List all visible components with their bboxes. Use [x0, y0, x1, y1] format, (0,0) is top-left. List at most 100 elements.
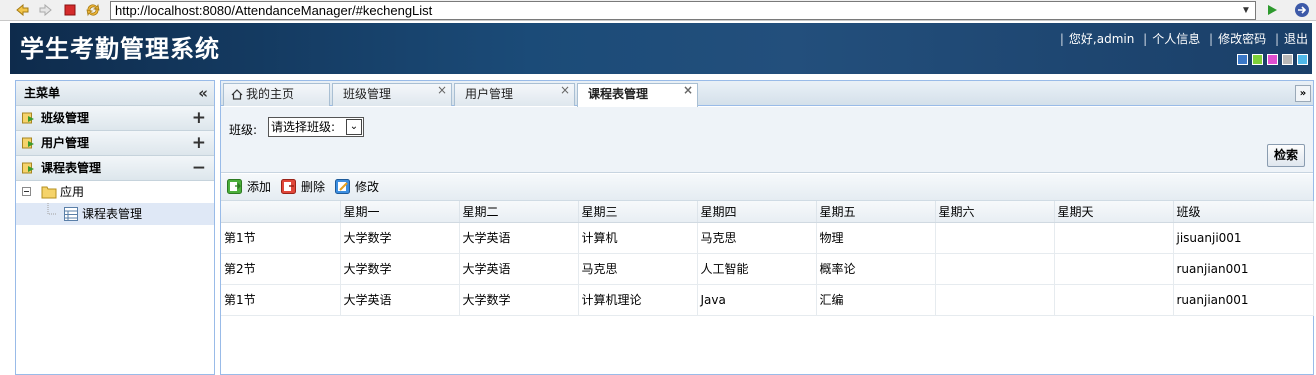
go-icon[interactable] — [1264, 2, 1280, 18]
add-button[interactable]: 添加 — [227, 178, 271, 196]
sidebar-section-user[interactable]: 用户管理 + — [16, 131, 214, 156]
tab-label: 课程表管理 — [588, 87, 649, 101]
grid-icon — [64, 207, 78, 221]
tab-user[interactable]: 用户管理 × — [454, 83, 575, 106]
theme-swatch-gray[interactable] — [1282, 54, 1293, 65]
table-cell: 第2节 — [221, 253, 341, 285]
refresh-icon[interactable] — [85, 2, 101, 18]
tab-bar: 我的主页 班级管理 × 用户管理 × 课程表管理 × » — [221, 81, 1313, 107]
table-cell — [935, 253, 1055, 285]
column-header[interactable]: 班级 — [1173, 201, 1314, 223]
expand-icon[interactable]: + — [192, 106, 206, 130]
tab-menu-icon[interactable]: » — [1295, 85, 1311, 102]
grid-toolbar: 添加 删除 修改 — [221, 174, 1313, 201]
theme-swatch-green[interactable] — [1252, 54, 1263, 65]
table-cell: 大学英语 — [340, 284, 460, 316]
delete-label: 删除 — [301, 180, 326, 194]
table-row[interactable]: 第1节 大学数学 大学英语 计算机 马克思 物理 jisuanji001 — [221, 222, 1314, 254]
column-header[interactable]: 星期三 — [578, 201, 698, 223]
table-cell: 计算机 — [578, 222, 698, 254]
table-cell: 第1节 — [221, 284, 341, 316]
column-header[interactable]: 星期五 — [816, 201, 936, 223]
class-select-value: 请选择班级: — [271, 120, 336, 134]
forward-icon[interactable] — [38, 2, 54, 18]
column-header[interactable]: 星期四 — [697, 201, 817, 223]
close-icon[interactable]: × — [437, 80, 447, 101]
table-cell: 第1节 — [221, 222, 341, 254]
column-header[interactable]: 星期二 — [459, 201, 579, 223]
tab-home[interactable]: 我的主页 — [223, 83, 330, 106]
browser-menu-icon[interactable] — [1294, 2, 1310, 18]
address-bar[interactable]: http://localhost:8080/AttendanceManager/… — [110, 1, 1256, 20]
tree-item-label: 课程表管理 — [82, 207, 143, 221]
address-url: http://localhost:8080/AttendanceManager/… — [115, 3, 433, 18]
theme-swatch-cyan[interactable] — [1297, 54, 1308, 65]
chevron-down-icon[interactable]: ⌄ — [346, 119, 362, 135]
theme-swatch-pink[interactable] — [1267, 54, 1278, 65]
table-cell: 物理 — [816, 222, 936, 254]
greeting-link[interactable]: 您好,admin — [1069, 32, 1134, 46]
sidebar-section-label: 用户管理 — [41, 136, 90, 150]
sidebar-section-schedule[interactable]: 课程表管理 − — [16, 156, 214, 181]
delete-button[interactable]: 删除 — [281, 178, 325, 196]
table-cell: 计算机理论 — [578, 284, 698, 316]
main-panel: 我的主页 班级管理 × 用户管理 × 课程表管理 × » 班级: 请选择班级: … — [220, 80, 1314, 375]
sidebar-section-class[interactable]: 班级管理 + — [16, 106, 214, 131]
column-header[interactable]: 星期六 — [935, 201, 1055, 223]
top-nav: | 您好,admin | 个人信息 | 修改密码 | 退出 — [1059, 32, 1308, 46]
change-password-link[interactable]: 修改密码 — [1218, 32, 1266, 46]
theme-switcher — [1233, 54, 1308, 68]
home-icon — [231, 89, 243, 100]
schedule-grid: 星期一 星期二 星期三 星期四 星期五 星期六 星期天 班级 第1节 大学数学 … — [221, 201, 1314, 316]
sidebar-title: 主菜单 — [24, 86, 61, 100]
collapse-section-icon[interactable]: − — [192, 156, 206, 180]
browser-toolbar: http://localhost:8080/AttendanceManager/… — [0, 0, 1316, 21]
logout-link[interactable]: 退出 — [1284, 32, 1308, 46]
table-cell: 概率论 — [816, 253, 936, 285]
stop-icon[interactable] — [62, 2, 78, 18]
sidebar: 主菜单 « 班级管理 + 用户管理 + 课程表管理 − 应用 课程表管理 — [15, 80, 215, 375]
collapse-icon[interactable]: « — [198, 81, 208, 105]
table-cell: 马克思 — [578, 253, 698, 285]
folder-open-icon — [41, 186, 57, 199]
tree-folder-label: 应用 — [60, 185, 85, 199]
tree-line-icon — [47, 203, 56, 215]
theme-swatch-blue[interactable] — [1237, 54, 1248, 65]
module-icon — [22, 162, 34, 174]
tab-label: 用户管理 — [465, 87, 514, 101]
table-cell: 大学数学 — [340, 222, 460, 254]
close-icon[interactable]: × — [683, 80, 693, 101]
table-cell: 马克思 — [697, 222, 817, 254]
tab-class[interactable]: 班级管理 × — [332, 83, 452, 106]
tree-item-schedule[interactable]: 课程表管理 — [16, 203, 214, 225]
table-cell — [935, 284, 1055, 316]
column-header[interactable]: 星期一 — [340, 201, 460, 223]
tree-collapse-icon[interactable] — [22, 187, 31, 196]
sidebar-header: 主菜单 « — [16, 81, 214, 106]
app-header: 学生考勤管理系统 | 您好,admin | 个人信息 | 修改密码 | 退出 — [10, 23, 1312, 74]
table-cell — [935, 222, 1055, 254]
search-button[interactable]: 检索 — [1267, 144, 1305, 167]
tab-schedule[interactable]: 课程表管理 × — [577, 83, 698, 107]
column-header[interactable]: 星期天 — [1054, 201, 1174, 223]
class-label: 班级: — [229, 123, 258, 137]
table-row[interactable]: 第1节 大学英语 大学数学 计算机理论 Java 汇编 ruanjian001 — [221, 284, 1314, 316]
column-header[interactable] — [221, 201, 341, 223]
table-row[interactable]: 第2节 大学数学 大学英语 马克思 人工智能 概率论 ruanjian001 — [221, 253, 1314, 285]
close-icon[interactable]: × — [560, 80, 570, 101]
profile-link[interactable]: 个人信息 — [1152, 32, 1200, 46]
grid-header-row: 星期一 星期二 星期三 星期四 星期五 星期六 星期天 班级 — [221, 201, 1314, 223]
class-select[interactable]: 请选择班级: ⌄ — [268, 117, 364, 137]
expand-icon[interactable]: + — [192, 131, 206, 155]
back-icon[interactable] — [14, 2, 30, 18]
chevron-down-icon[interactable]: ▼ — [1239, 2, 1253, 19]
edit-button[interactable]: 修改 — [335, 178, 379, 196]
sidebar-section-label: 班级管理 — [41, 111, 90, 125]
add-label: 添加 — [247, 180, 272, 194]
tree-folder-app[interactable]: 应用 — [16, 181, 214, 203]
table-cell: 汇编 — [816, 284, 936, 316]
table-cell: jisuanji001 — [1173, 222, 1314, 254]
table-cell — [1054, 284, 1174, 316]
module-icon — [22, 137, 34, 149]
table-cell: ruanjian001 — [1173, 284, 1314, 316]
